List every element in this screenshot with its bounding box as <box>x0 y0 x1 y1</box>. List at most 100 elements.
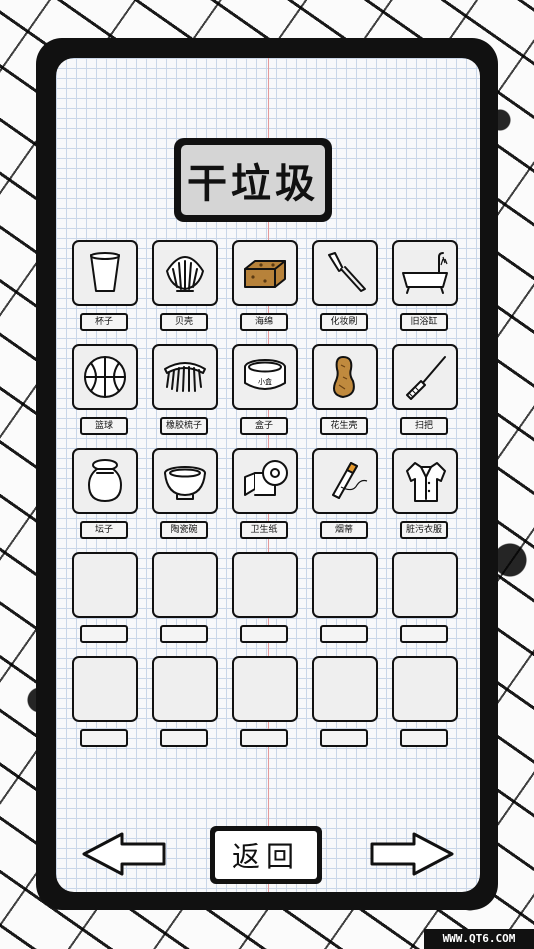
broom-icon <box>406 356 446 400</box>
toilet-paper-icon <box>244 460 288 496</box>
shell-icon <box>166 256 204 292</box>
item-slot[interactable]: 脏污衣服 <box>392 448 458 552</box>
empty-item-slot[interactable] <box>72 552 138 656</box>
item-tile[interactable] <box>152 240 218 306</box>
item-tile[interactable] <box>232 552 298 618</box>
card-frame: 干垃圾 杯子 贝壳 海绵 化妆刷 旧浴缸 篮球 橡胶梳子 小盒 盒子 花生壳 扫把 坛子 陶瓷碗 卫生纸烟… <box>36 38 498 910</box>
item-tile[interactable] <box>72 656 138 722</box>
item-tile[interactable] <box>152 448 218 514</box>
item-label <box>80 625 128 643</box>
item-label: 杯子 <box>80 313 128 331</box>
item-label <box>160 625 208 643</box>
comb-icon <box>164 362 206 392</box>
makeup-brush-icon <box>328 252 366 292</box>
item-tile[interactable] <box>392 448 458 514</box>
graph-paper: 干垃圾 杯子 贝壳 海绵 化妆刷 旧浴缸 篮球 橡胶梳子 小盒 盒子 花生壳 扫把 坛子 陶瓷碗 卫生纸烟… <box>56 58 480 892</box>
site-watermark: WWW.QT6.COM <box>424 929 534 949</box>
empty-item-slot[interactable] <box>232 552 298 656</box>
item-label: 海绵 <box>240 313 288 331</box>
item-tile[interactable] <box>232 240 298 306</box>
page-title: 干垃圾 <box>181 145 325 215</box>
item-label: 卫生纸 <box>240 521 288 539</box>
nav-bar: 返回 <box>56 826 480 884</box>
item-label: 贝壳 <box>160 313 208 331</box>
basketball-icon <box>84 356 126 398</box>
cigarette-icon <box>332 462 368 499</box>
cup-icon <box>90 252 120 292</box>
item-tile[interactable] <box>72 552 138 618</box>
item-label <box>320 729 368 747</box>
item-label <box>160 729 208 747</box>
right-arrow-icon[interactable] <box>368 830 456 878</box>
item-grid: 杯子 贝壳 海绵 化妆刷 旧浴缸 篮球 橡胶梳子 小盒 盒子 花生壳 扫把 坛子 陶瓷碗 卫生纸 烟蒂 脏污衣… <box>72 240 458 760</box>
box-text: 小盒 <box>258 377 272 386</box>
empty-item-slot[interactable] <box>152 552 218 656</box>
item-tile[interactable] <box>312 656 378 722</box>
item-tile[interactable] <box>312 552 378 618</box>
back-button[interactable]: 返回 <box>210 826 322 884</box>
empty-item-slot[interactable] <box>312 552 378 656</box>
peanut-icon <box>333 356 355 398</box>
item-slot[interactable]: 篮球 <box>72 344 138 448</box>
item-tile[interactable] <box>232 656 298 722</box>
item-tile[interactable] <box>152 656 218 722</box>
item-tile[interactable]: 小盒 <box>232 344 298 410</box>
item-slot[interactable]: 扫把 <box>392 344 458 448</box>
item-label: 陶瓷碗 <box>160 521 208 539</box>
item-label: 坛子 <box>80 521 128 539</box>
item-slot[interactable]: 烟蒂 <box>312 448 378 552</box>
item-tile[interactable] <box>72 448 138 514</box>
item-tile[interactable] <box>312 448 378 514</box>
box-icon: 小盒 <box>244 359 286 390</box>
item-slot[interactable]: 橡胶梳子 <box>152 344 218 448</box>
item-slot[interactable]: 小盒 盒子 <box>232 344 298 448</box>
item-label: 篮球 <box>80 417 128 435</box>
item-label: 橡胶梳子 <box>160 417 208 435</box>
item-label: 烟蒂 <box>320 521 368 539</box>
empty-item-slot[interactable] <box>392 656 458 760</box>
item-tile[interactable] <box>72 240 138 306</box>
item-label: 花生壳 <box>320 417 368 435</box>
item-tile[interactable] <box>312 344 378 410</box>
item-slot[interactable]: 花生壳 <box>312 344 378 448</box>
item-slot[interactable]: 贝壳 <box>152 240 218 344</box>
empty-item-slot[interactable] <box>312 656 378 760</box>
item-tile[interactable] <box>312 240 378 306</box>
bathtub-icon <box>402 252 448 294</box>
item-label <box>240 729 288 747</box>
item-tile[interactable] <box>392 656 458 722</box>
item-label: 旧浴缸 <box>400 313 448 331</box>
shirt-icon <box>406 462 446 502</box>
empty-item-slot[interactable] <box>232 656 298 760</box>
item-label: 化妆刷 <box>320 313 368 331</box>
bowl-icon <box>164 466 206 500</box>
item-slot[interactable]: 陶瓷碗 <box>152 448 218 552</box>
item-label: 扫把 <box>400 417 448 435</box>
empty-item-slot[interactable] <box>392 552 458 656</box>
item-slot[interactable]: 卫生纸 <box>232 448 298 552</box>
item-slot[interactable]: 海绵 <box>232 240 298 344</box>
item-slot[interactable]: 旧浴缸 <box>392 240 458 344</box>
item-label <box>320 625 368 643</box>
item-tile[interactable] <box>392 240 458 306</box>
title-panel: 干垃圾 <box>174 138 332 222</box>
item-tile[interactable] <box>392 344 458 410</box>
item-slot[interactable]: 化妆刷 <box>312 240 378 344</box>
left-arrow-icon[interactable] <box>80 830 168 878</box>
item-label <box>400 625 448 643</box>
empty-item-slot[interactable] <box>152 656 218 760</box>
empty-item-slot[interactable] <box>72 656 138 760</box>
item-tile[interactable] <box>152 344 218 410</box>
item-label <box>400 729 448 747</box>
jar-icon <box>88 459 122 502</box>
back-button-label: 返回 <box>215 831 317 879</box>
item-slot[interactable]: 杯子 <box>72 240 138 344</box>
item-slot[interactable]: 坛子 <box>72 448 138 552</box>
item-tile[interactable] <box>152 552 218 618</box>
item-label <box>240 625 288 643</box>
item-tile[interactable] <box>72 344 138 410</box>
item-label <box>80 729 128 747</box>
item-label: 盒子 <box>240 417 288 435</box>
item-tile[interactable] <box>232 448 298 514</box>
item-tile[interactable] <box>392 552 458 618</box>
